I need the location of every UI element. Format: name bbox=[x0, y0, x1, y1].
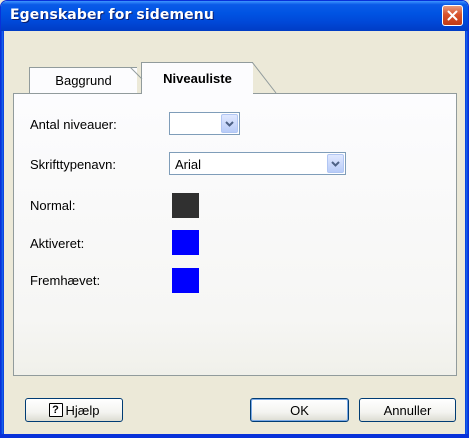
highlighted-color-swatch[interactable] bbox=[172, 268, 199, 293]
title-bar[interactable]: Egenskaber for sidemenu bbox=[1, 1, 468, 31]
font-dropdown-button[interactable] bbox=[327, 154, 344, 173]
cancel-button[interactable]: Annuller bbox=[359, 398, 456, 422]
help-button-label: Hjælp bbox=[65, 402, 100, 418]
window-title: Egenskaber for sidemenu bbox=[10, 7, 214, 23]
font-label: Skrifttypenavn: bbox=[30, 157, 116, 172]
tab-label: Niveauliste bbox=[163, 71, 232, 86]
levels-select[interactable] bbox=[169, 112, 240, 135]
ok-button[interactable]: OK bbox=[250, 398, 349, 422]
help-book-icon: ? bbox=[48, 403, 63, 417]
dialog-window: Egenskaber for sidemenu Baggrund Niveaul… bbox=[0, 0, 469, 438]
window-frame-left bbox=[1, 31, 4, 437]
close-icon bbox=[447, 10, 458, 21]
tab-panel bbox=[13, 93, 457, 376]
window-frame-right bbox=[465, 31, 468, 437]
tab-niveauliste[interactable]: Niveauliste bbox=[141, 62, 253, 94]
font-value: Arial bbox=[175, 157, 202, 172]
close-button[interactable] bbox=[442, 5, 463, 26]
tab-baggrund[interactable]: Baggrund bbox=[29, 67, 137, 93]
tab-label: Baggrund bbox=[55, 73, 112, 88]
chevron-down-icon bbox=[225, 120, 234, 127]
help-button[interactable]: ? Hjælp bbox=[25, 398, 123, 422]
font-select[interactable]: Arial bbox=[169, 152, 346, 175]
tab-edge bbox=[129, 67, 143, 80]
cancel-button-label: Annuller bbox=[383, 402, 432, 418]
levels-dropdown-button[interactable] bbox=[221, 114, 238, 133]
normal-label: Normal: bbox=[30, 198, 76, 213]
highlighted-label: Fremhævet: bbox=[30, 273, 101, 288]
chevron-down-icon bbox=[331, 160, 340, 167]
activated-label: Aktiveret: bbox=[30, 236, 85, 251]
activated-color-swatch[interactable] bbox=[172, 230, 199, 255]
normal-color-swatch[interactable] bbox=[172, 193, 199, 218]
window-frame-bottom bbox=[1, 434, 468, 437]
tab-edge bbox=[251, 62, 277, 94]
ok-button-label: OK bbox=[290, 402, 309, 418]
levels-label: Antal niveauer: bbox=[30, 117, 117, 132]
